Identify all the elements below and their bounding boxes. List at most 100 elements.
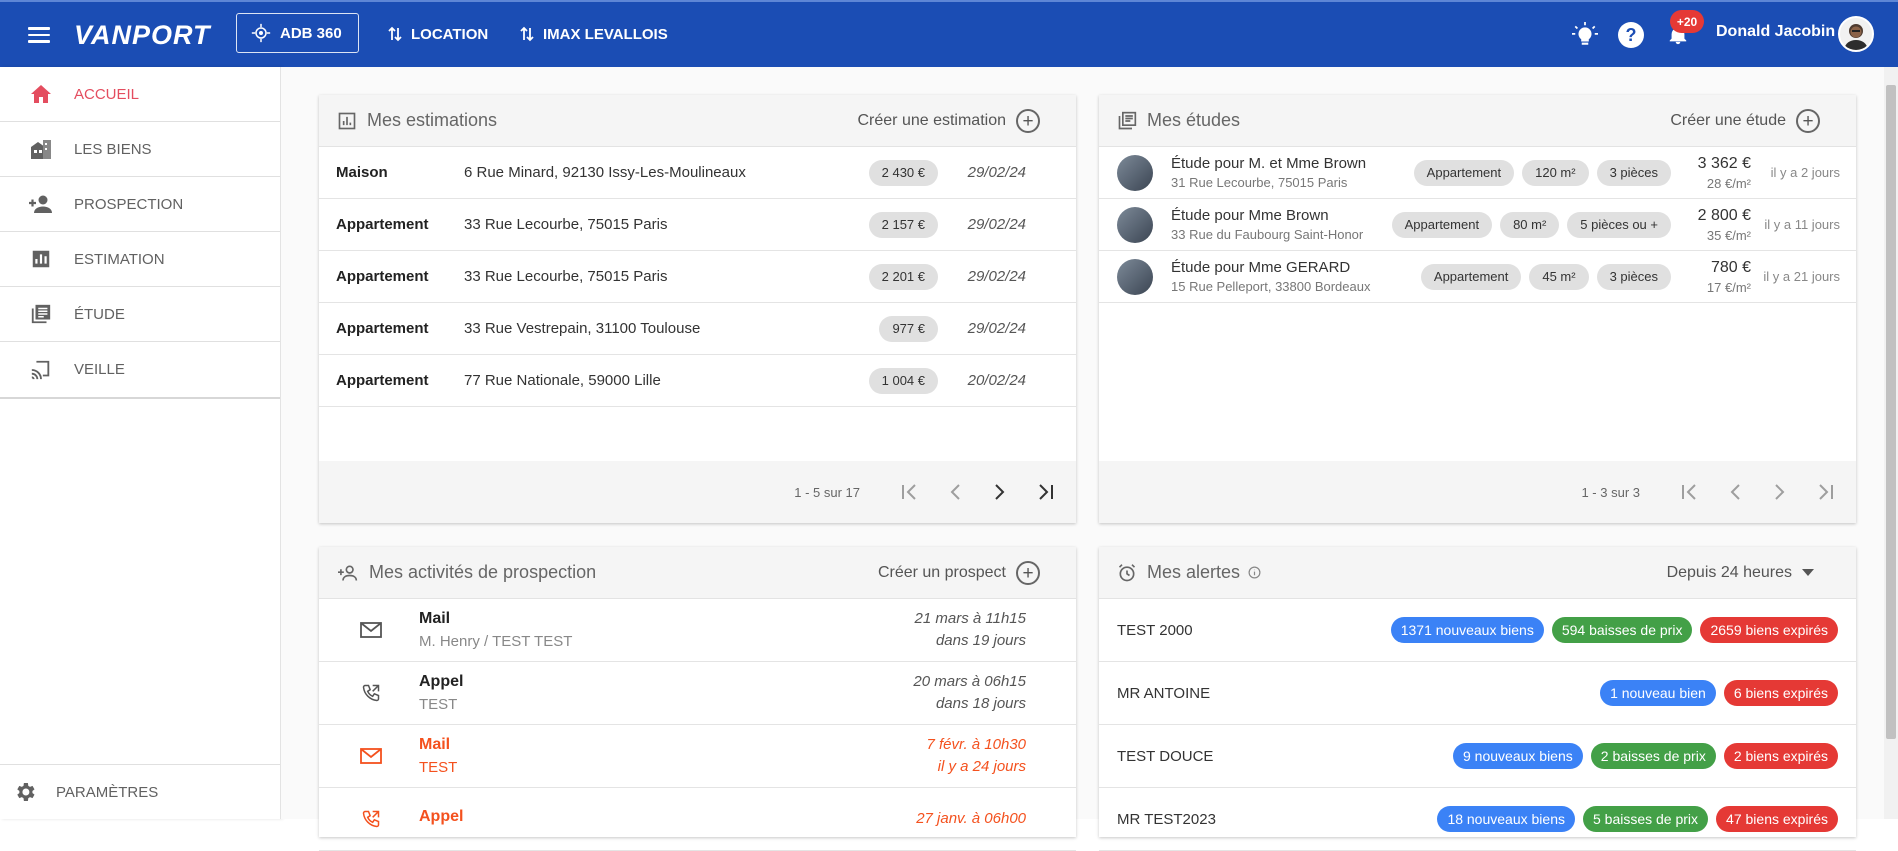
- etude-age: il y a 11 jours: [1764, 217, 1840, 232]
- activity-type: Mail: [419, 610, 451, 627]
- page-scrollbar[interactable]: [1884, 67, 1898, 819]
- etude-price-per-m2: 28 €/m²: [1706, 175, 1751, 191]
- etude-age: il y a 21 jours: [1763, 269, 1840, 284]
- etude-row[interactable]: Étude pour Mme Brown 33 Rue du Faubourg S…: [1099, 199, 1856, 251]
- activity-relative-time: il y a 24 jours: [937, 758, 1026, 775]
- activity-row[interactable]: Mail TEST 7 févr. à 10h30 il y a 24 jours: [319, 725, 1076, 788]
- alert-row[interactable]: MR ANTOINE 1 nouveau bien 6 biens expirés: [1099, 662, 1856, 725]
- previous-page-icon[interactable]: [941, 478, 969, 506]
- create-etude-button[interactable]: Créer une étude +: [1670, 95, 1820, 147]
- estimation-row[interactable]: Appartement 33 Rue Vestrepain, 31100 Toul…: [319, 303, 1076, 355]
- estimation-type: Maison: [336, 164, 388, 181]
- alert-red-chip[interactable]: 6 biens expirés: [1723, 680, 1838, 706]
- add-circle-icon: +: [1796, 109, 1820, 133]
- activity-row[interactable]: Mail M. Henry / TEST TEST 21 mars à 11h15 d…: [319, 599, 1076, 662]
- etude-chip: 5 pièces ou +: [1567, 211, 1671, 238]
- alert-green-chip[interactable]: 594 baisses de prix: [1551, 617, 1693, 643]
- estimation-date: 29/02/24: [967, 164, 1026, 181]
- estimation-price-chip: 1 004 €: [868, 367, 938, 394]
- alert-red-chip[interactable]: 2659 biens expirés: [1700, 617, 1838, 643]
- etude-total-price: 2 800 €: [1697, 206, 1751, 224]
- estimation-type: Appartement: [336, 320, 429, 337]
- app-logo[interactable]: VANPORT: [74, 20, 211, 50]
- etude-chip: 45 m²: [1529, 263, 1589, 290]
- alert-row[interactable]: TEST 2000 1371 nouveaux biens 594 baisses …: [1099, 599, 1856, 662]
- sidebar-item-veille[interactable]: VEILLE: [0, 342, 280, 397]
- info-icon[interactable]: [1248, 566, 1261, 579]
- next-page-icon[interactable]: [986, 478, 1014, 506]
- alert-row[interactable]: TEST DOUCE 9 nouveaux biens 2 baisses de p…: [1099, 725, 1856, 788]
- etude-chip: Appartement: [1420, 263, 1522, 290]
- alerts-card: Mes alertes Depuis 24 heures TEST 2000 13…: [1099, 547, 1856, 851]
- previous-page-icon[interactable]: [1721, 478, 1749, 506]
- sidebar-item-prospection[interactable]: PROSPECTION: [0, 177, 280, 232]
- sidebar-item-label: VEILLE: [74, 361, 125, 378]
- estimation-type: Appartement: [336, 372, 429, 389]
- alert-blue-chip[interactable]: 1371 nouveaux biens: [1390, 617, 1544, 643]
- alert-blue-chip[interactable]: 18 nouveaux biens: [1437, 806, 1575, 832]
- next-page-icon[interactable]: [1766, 478, 1794, 506]
- phone-outgoing-icon: [351, 809, 391, 829]
- activity-text: Appel TEST: [419, 673, 463, 713]
- alert-row[interactable]: MR TEST2023 18 nouveaux biens 5 baisses de…: [1099, 788, 1856, 851]
- gear-icon: [12, 779, 38, 805]
- adb-360-button[interactable]: ADB 360: [236, 13, 359, 53]
- etudes-card: Mes études Créer une étude + Étude pour …: [1099, 95, 1856, 523]
- prospection-activities-card: Mes activités de prospection Créer un pr…: [319, 547, 1076, 851]
- etude-chip: Appartement: [1413, 159, 1515, 186]
- last-page-icon[interactable]: [1811, 478, 1839, 506]
- alert-red-chip[interactable]: 2 biens expirés: [1723, 743, 1838, 769]
- alerts-period-dropdown[interactable]: Depuis 24 heures: [1667, 547, 1814, 599]
- sidebar-menu: ACCUEIL LES BIENS PROSPECTION ESTIMATION…: [0, 67, 280, 399]
- library-books-icon: [1118, 111, 1137, 129]
- sidebar-item-parametres[interactable]: PARAMÈTRES: [0, 764, 280, 819]
- estimation-row[interactable]: Appartement 77 Rue Nationale, 59000 Lille…: [319, 355, 1076, 407]
- etudes-pagination: 1 - 3 sur 3: [1099, 461, 1856, 523]
- phone-outgoing-icon: [351, 683, 391, 703]
- create-etude-label: Créer une étude: [1670, 112, 1786, 129]
- scrollbar-thumb[interactable]: [1886, 85, 1896, 739]
- pagination-info: 1 - 5 sur 17: [794, 484, 860, 500]
- user-avatar[interactable]: [1838, 16, 1874, 52]
- lightbulb-icon[interactable]: [1570, 20, 1600, 50]
- card-title: Mes estimations: [367, 110, 498, 130]
- sidebar-item-label: ACCUEIL: [74, 85, 140, 103]
- sidebar-item-les-biens[interactable]: LES BIENS: [0, 122, 280, 177]
- bar-chart-icon: [28, 246, 54, 272]
- estimation-row[interactable]: Maison 6 Rue Minard, 92130 Issy-Les-Mouli…: [319, 147, 1076, 199]
- alert-blue-chip[interactable]: 9 nouveaux biens: [1453, 743, 1583, 769]
- activity-text: Mail M. Henry / TEST TEST: [419, 610, 572, 650]
- etude-row[interactable]: Étude pour M. et Mme Brown 31 Rue Lecourb…: [1099, 147, 1856, 199]
- hamburger-menu-icon[interactable]: [24, 20, 54, 50]
- agency-switch-button[interactable]: IMAX LEVALLOIS: [520, 22, 668, 46]
- last-page-icon[interactable]: [1031, 478, 1059, 506]
- alert-name: MR TEST2023: [1117, 810, 1216, 828]
- alert-green-chip[interactable]: 2 baisses de prix: [1590, 743, 1716, 769]
- top-app-bar: VANPORT ADB 360 LOCATION IMAX LEVALLOIS …: [0, 0, 1898, 67]
- create-estimation-button[interactable]: Créer une estimation +: [857, 95, 1040, 147]
- activity-row[interactable]: Appel TEST 20 mars à 06h15 dans 18 jours: [319, 662, 1076, 725]
- add-circle-icon: +: [1016, 561, 1040, 585]
- etude-price: 3 362 € 28 €/m²: [1698, 155, 1751, 191]
- sidebar-item-etude[interactable]: ÉTUDE: [0, 287, 280, 342]
- activity-row[interactable]: Appel 27 janv. à 06h00: [319, 788, 1076, 851]
- create-prospect-button[interactable]: Créer un prospect +: [878, 547, 1040, 599]
- alert-red-chip[interactable]: 47 biens expirés: [1716, 806, 1838, 832]
- location-switch-button[interactable]: LOCATION: [388, 22, 488, 46]
- help-icon[interactable]: ?: [1618, 22, 1644, 48]
- alert-green-chip[interactable]: 5 baisses de prix: [1582, 806, 1709, 832]
- etude-name: Étude pour M. et Mme Brown: [1171, 155, 1367, 172]
- first-page-icon[interactable]: [896, 478, 924, 506]
- alert-blue-chip[interactable]: 1 nouveau bien: [1600, 680, 1716, 706]
- property-photo: [1117, 206, 1153, 243]
- activity-date: 27 janv. à 06h00: [916, 810, 1026, 827]
- user-name[interactable]: Donald Jacobin: [1716, 23, 1835, 41]
- estimation-row[interactable]: Appartement 33 Rue Lecourbe, 75015 Paris 2…: [319, 199, 1076, 251]
- first-page-icon[interactable]: [1676, 478, 1704, 506]
- property-photo: [1117, 258, 1153, 295]
- sidebar-item-accueil[interactable]: ACCUEIL: [0, 67, 280, 122]
- sidebar-item-estimation[interactable]: ESTIMATION: [0, 232, 280, 287]
- estimation-row[interactable]: Appartement 33 Rue Lecourbe, 75015 Paris 2…: [319, 251, 1076, 303]
- mail-icon: [351, 622, 391, 638]
- etude-row[interactable]: Étude pour Mme GERARD 15 Rue Pelleport, 3…: [1099, 251, 1856, 303]
